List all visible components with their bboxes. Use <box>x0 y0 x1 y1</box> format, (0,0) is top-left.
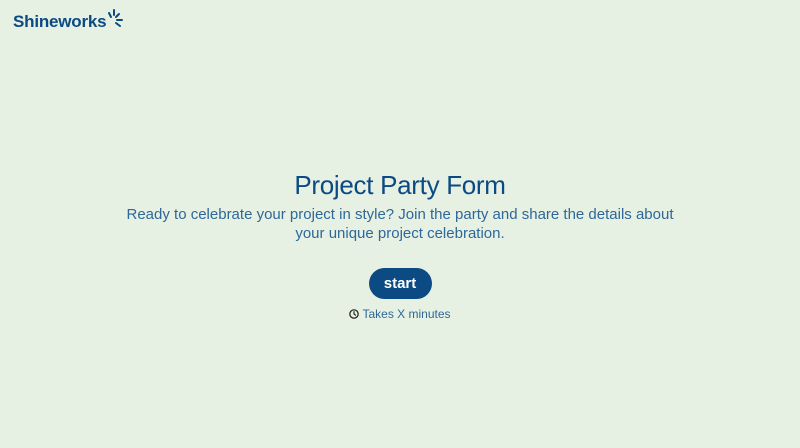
intro-panel: Project Party Form Ready to celebrate yo… <box>0 169 800 321</box>
brand-logo: Shineworks <box>13 9 124 33</box>
page-title: Project Party Form <box>294 170 506 200</box>
start-button[interactable]: start <box>368 268 432 299</box>
clock-icon <box>349 309 360 319</box>
duration-text: Takes X minutes <box>362 307 451 321</box>
duration-note: Takes X minutes <box>349 307 451 321</box>
page-description: Ready to celebrate your project in style… <box>126 206 674 242</box>
sparkle-icon <box>108 9 124 27</box>
brand-name: Shineworks <box>13 12 107 31</box>
